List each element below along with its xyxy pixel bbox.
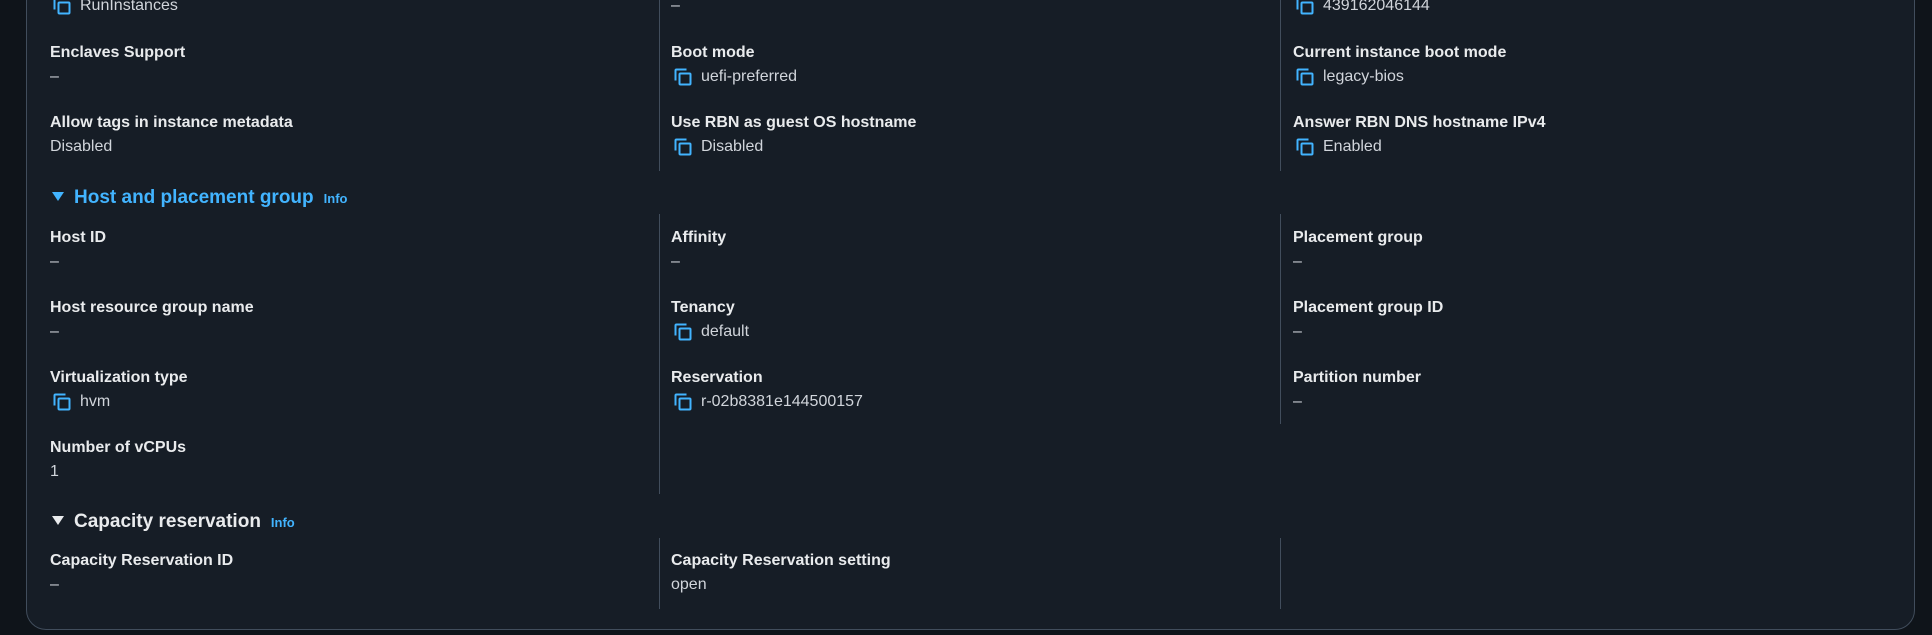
vcpus-field: Number of vCPUs 1: [50, 438, 186, 482]
expand-caret-icon[interactable]: [52, 192, 64, 201]
field-label: Partition number: [1293, 369, 1422, 386]
field-label: Host ID: [50, 229, 106, 246]
tenancy-field: Tenancy default: [671, 298, 749, 342]
field-label: Boot mode: [671, 44, 755, 61]
owner-field: 439162046144: [1293, 0, 1430, 16]
answer-rbn-field: Answer RBN DNS hostname IPv4 Enabled: [1293, 113, 1546, 157]
boot-mode-field: Boot mode uefi-preferred: [671, 43, 797, 87]
field-value: Enabled: [1323, 138, 1382, 155]
info-link[interactable]: Info: [324, 191, 348, 206]
copy-icon[interactable]: [52, 0, 72, 16]
field-value: –: [50, 68, 59, 85]
host-resource-group-field: Host resource group name –: [50, 298, 254, 342]
current-boot-mode-field: Current instance boot mode legacy-bios: [1293, 43, 1506, 87]
column-divider: [659, 538, 660, 609]
field-value: 1: [50, 463, 59, 480]
column-divider: [659, 0, 660, 171]
capacity-reservation-id-field: Capacity Reservation ID –: [50, 551, 233, 595]
copy-icon[interactable]: [673, 67, 693, 87]
field-value: legacy-bios: [1323, 68, 1404, 85]
field-label: Capacity Reservation ID: [50, 552, 234, 569]
launched-by-value: RunInstances: [80, 0, 178, 14]
field-value: hvm: [80, 393, 111, 410]
copy-icon[interactable]: [1295, 0, 1315, 16]
field-value: –: [1293, 393, 1302, 410]
copy-icon[interactable]: [1295, 67, 1315, 87]
field-label: Capacity Reservation setting: [671, 552, 891, 569]
field-label: Placement group ID: [1293, 299, 1444, 316]
field-value: Disabled: [701, 138, 764, 155]
field-label: Current instance boot mode: [1293, 44, 1507, 61]
field-value: uefi-preferred: [701, 68, 798, 85]
field-value: Disabled: [50, 138, 113, 155]
copy-icon[interactable]: [673, 392, 693, 412]
host-id-field: Host ID –: [50, 228, 106, 272]
field-label: Tenancy: [671, 299, 735, 316]
field-value: default: [701, 323, 750, 340]
column-divider: [1280, 538, 1281, 609]
column-divider: [1280, 0, 1281, 171]
details-panel: [26, 0, 1915, 630]
field-value: r-02b8381e144500157: [701, 393, 863, 410]
copy-icon[interactable]: [52, 392, 72, 412]
field-label: Allow tags in instance metadata: [50, 114, 293, 131]
column-divider: [659, 214, 660, 494]
launched-by-field: RunInstances: [50, 0, 178, 16]
field-label: Enclaves Support: [50, 44, 186, 61]
placement-group-field: Placement group –: [1293, 228, 1423, 272]
top-middle-value: –: [671, 0, 680, 14]
copy-icon[interactable]: [673, 322, 693, 342]
use-rbn-field: Use RBN as guest OS hostname Disabled: [671, 113, 916, 157]
affinity-field: Affinity –: [671, 228, 726, 272]
field-label: Answer RBN DNS hostname IPv4: [1293, 114, 1546, 131]
copy-icon[interactable]: [1295, 137, 1315, 157]
virtualization-type-field: Virtualization type hvm: [50, 368, 188, 412]
section-title[interactable]: Capacity reservation: [74, 511, 261, 533]
copy-icon[interactable]: [673, 137, 693, 157]
field-value: –: [1293, 253, 1302, 270]
section-title[interactable]: Host and placement group: [74, 187, 314, 209]
reservation-field: Reservation r-02b8381e144500157: [671, 368, 863, 412]
owner-value: 439162046144: [1323, 0, 1430, 14]
capacity-reservation-section-header[interactable]: Capacity reservation Info: [52, 511, 295, 533]
host-placement-section-header[interactable]: Host and placement group Info: [52, 187, 347, 209]
top-middle-field: –: [671, 0, 680, 16]
field-value: –: [50, 253, 59, 270]
info-link[interactable]: Info: [271, 515, 295, 530]
field-label: Affinity: [671, 229, 727, 246]
capacity-reservation-setting-field: Capacity Reservation setting open: [671, 551, 891, 595]
placement-group-id-field: Placement group ID –: [1293, 298, 1443, 342]
allow-tags-field: Allow tags in instance metadata Disabled: [50, 113, 293, 157]
field-value: –: [50, 576, 59, 593]
field-value: –: [1293, 323, 1302, 340]
column-divider: [1280, 214, 1281, 424]
expand-caret-icon[interactable]: [52, 516, 64, 525]
field-label: Virtualization type: [50, 369, 188, 386]
field-value: –: [50, 323, 59, 340]
field-label: Number of vCPUs: [50, 439, 187, 456]
field-label: Host resource group name: [50, 299, 254, 316]
field-label: Use RBN as guest OS hostname: [671, 114, 917, 131]
field-label: Placement group: [1293, 229, 1423, 246]
field-label: Reservation: [671, 369, 763, 386]
enclaves-support-field: Enclaves Support –: [50, 43, 185, 87]
field-value: –: [671, 253, 680, 270]
partition-number-field: Partition number –: [1293, 368, 1421, 412]
field-value: open: [671, 576, 707, 593]
